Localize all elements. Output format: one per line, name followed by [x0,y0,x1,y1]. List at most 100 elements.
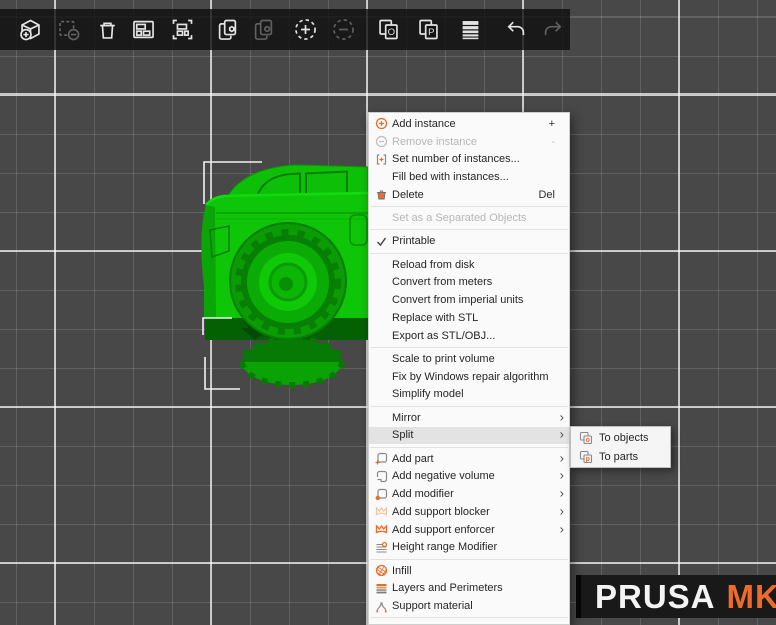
add-object-icon [17,30,44,47]
menu-separator [370,229,568,230]
submenu-item-to-parts[interactable]: pTo parts [571,447,670,466]
menu-item-fix-by-windows-repair-algorithm[interactable]: Fix by Windows repair algorithm [369,368,569,386]
paste-button [250,16,277,43]
delete-all-button[interactable] [94,16,121,43]
menu-item-export-as-stl-obj[interactable]: Export as STL/OBJ... [369,327,569,345]
menu-item-label: Convert from meters [392,276,492,288]
submenu-arrow-icon: › [560,450,564,465]
menu-item-label: Printable [392,235,435,247]
paste-icon [250,30,277,47]
menu-item-add-instance[interactable]: Add instance + [369,115,569,133]
menu-item-scale-to-print-volume[interactable]: Scale to print volume [369,350,569,368]
variable-layer-height-button[interactable] [457,16,484,43]
submenu-arrow-icon: › [560,503,564,518]
menu-item-add-negative-volume[interactable]: Add negative volume› [369,468,569,486]
menu-item-split[interactable]: Split › [369,427,569,445]
add-modifier-icon [373,488,390,501]
menu-item-label: Delete [392,189,424,201]
menu-item-delete[interactable]: DeleteDel [369,186,569,204]
menu-item-label: Layers and Perimeters [392,582,503,594]
infill-icon [373,564,390,577]
lower-wheel [242,339,342,385]
menu-item-label: Add support blocker [392,506,490,518]
slicer-3d-viewport[interactable]: O P PRUSA MK4 Add instance + Remove instanc… [0,0,776,625]
split-to-objects-button[interactable]: O [375,16,402,43]
submenu-arrow-icon: › [560,521,564,536]
menu-item-add-modifier[interactable]: Add modifier› [369,485,569,503]
svg-text:p: p [586,456,590,463]
set-instances-icon [373,153,390,166]
menu-item-label: Export as STL/OBJ... [392,330,495,342]
menu-item-label: Fill bed with instances... [392,171,509,183]
menu-item-shortcut: - [551,136,563,148]
menu-item-printable[interactable]: Printable [369,233,569,251]
menu-item-label: Replace with STL [392,312,478,324]
split-parts-icon: p [577,450,595,464]
submenu-arrow-icon: › [560,427,564,442]
support-blocker-icon [373,505,390,518]
split-objects-icon: o [577,431,595,445]
menu-item-label: Reload from disk [392,259,475,271]
menu-item-add-support-blocker[interactable]: Add support blocker › [369,503,569,521]
menu-item-support-material[interactable]: Support material [369,597,569,615]
add-instance-button[interactable] [292,16,319,43]
menu-item-simplify-model[interactable]: Simplify model [369,386,569,404]
split-to-parts-button[interactable]: P [415,16,442,43]
menu-item-label: Height range Modifier [392,541,497,553]
menu-item-label: Mirror [392,412,421,424]
svg-text:O: O [388,27,395,38]
menu-item-layers-and-perimeters[interactable]: Layers and Perimeters [369,580,569,598]
submenu-arrow-icon: › [560,409,564,424]
menu-item-fill-bed-with-instances[interactable]: Fill bed with instances... [369,168,569,186]
menu-item-shortcut: + [549,118,563,130]
menu-item-remove-instance: Remove instance - [369,133,569,151]
bed-logo-brand: PRUSA [595,578,716,616]
copy-button[interactable] [214,16,241,43]
bed-logo: PRUSA MK4 [576,575,776,618]
menu-item-add-support-enforcer[interactable]: Add support enforcer› [369,521,569,539]
remove-instance-icon [330,30,357,47]
copy-icon [214,30,241,47]
svg-text:o: o [586,437,590,444]
menu-item-set-as-a-separated-objects: Set as a Separated Objects [369,209,569,227]
remove-instance-icon [373,135,390,148]
menu-item-convert-from-imperial-units[interactable]: Convert from imperial units [369,291,569,309]
menu-item-replace-with-stl[interactable]: Replace with STL [369,309,569,327]
redo-icon [540,30,567,47]
undo-icon [502,30,529,47]
undo-button[interactable] [502,16,529,43]
redo-button [540,16,567,43]
arrange-button[interactable] [130,16,157,43]
menu-item-set-number-of-instances[interactable]: Set number of instances... [369,151,569,169]
menu-item-add-part[interactable]: Add part › [369,450,569,468]
menu-item-convert-from-meters[interactable]: Convert from meters [369,274,569,292]
add-part-icon [373,452,390,465]
menu-item-height-range-modifier[interactable]: Height range Modifier [369,539,569,557]
object-context-menu: Add instance + Remove instance - Set number … [368,112,570,625]
menu-item-reload-from-disk[interactable]: Reload from disk [369,256,569,274]
add-instance-icon [373,117,390,130]
menu-item-label: Split [392,429,413,441]
menu-separator [370,253,568,254]
arrange-selection-icon [169,30,196,47]
menu-item-infill[interactable]: Infill [369,562,569,580]
add-object-button[interactable] [17,16,44,43]
menu-item-label: Convert from imperial units [392,294,523,306]
menu-item-label: Fix by Windows repair algorithm [392,371,549,383]
arrange-icon [130,30,157,47]
menu-item-label: Remove instance [392,136,477,148]
arrange-selection-button[interactable] [169,16,196,43]
split-to-objects-icon: O [375,30,402,47]
variable-layer-height-icon [457,30,484,47]
menu-separator [370,406,568,407]
menu-item-label: Scale to print volume [392,353,495,365]
check-icon [373,235,390,248]
menu-separator [370,206,568,207]
height-range-icon [373,541,390,554]
submenu-item-to-objects[interactable]: o To objects [571,428,670,447]
menu-item-mirror[interactable]: Mirror › [369,409,569,427]
menu-item-label: Add instance [392,118,456,130]
submenu-item-label: To objects [599,432,649,444]
menu-item-label: Add part [392,453,434,465]
split-submenu: o To objects pTo parts [570,426,671,468]
